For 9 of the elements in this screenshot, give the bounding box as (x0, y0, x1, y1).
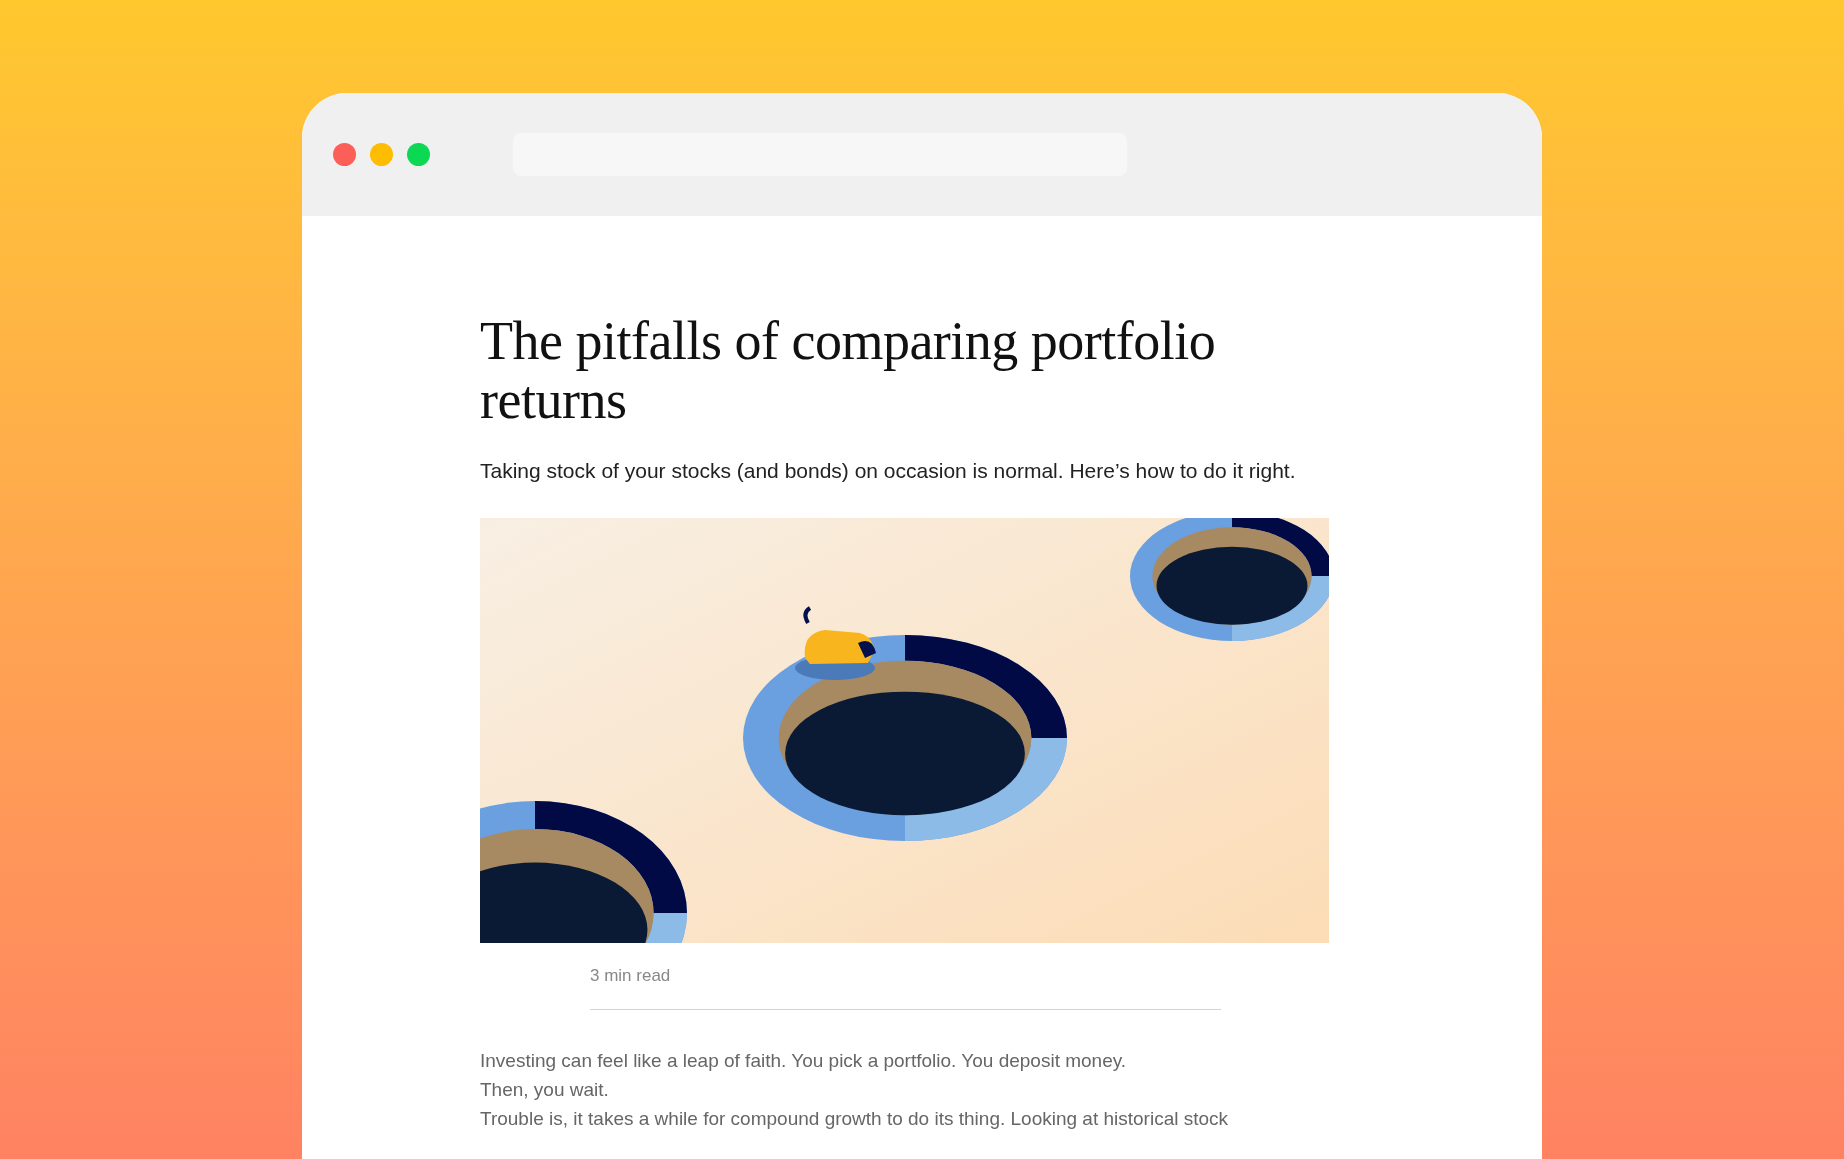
read-time: 3 min read (590, 966, 671, 986)
article-title: The pitfalls of comparing portfolio returns (480, 312, 1217, 430)
minimize-button[interactable] (370, 143, 393, 166)
article-paragraph: Then, you wait. (480, 1078, 609, 1102)
article-subtitle: Taking stock of your stocks (and bonds) on occasion is normal. Here’s how to do it right. (480, 458, 1297, 484)
article-paragraph: Trouble is, it takes a while for compound growth to do its thing. Looking at historical stock (480, 1107, 1229, 1131)
maximize-button[interactable] (407, 143, 430, 166)
close-button[interactable] (333, 143, 356, 166)
article-paragraph: Investing can feel like a leap of faith. You pick a portfolio. You deposit money. (480, 1049, 1127, 1073)
